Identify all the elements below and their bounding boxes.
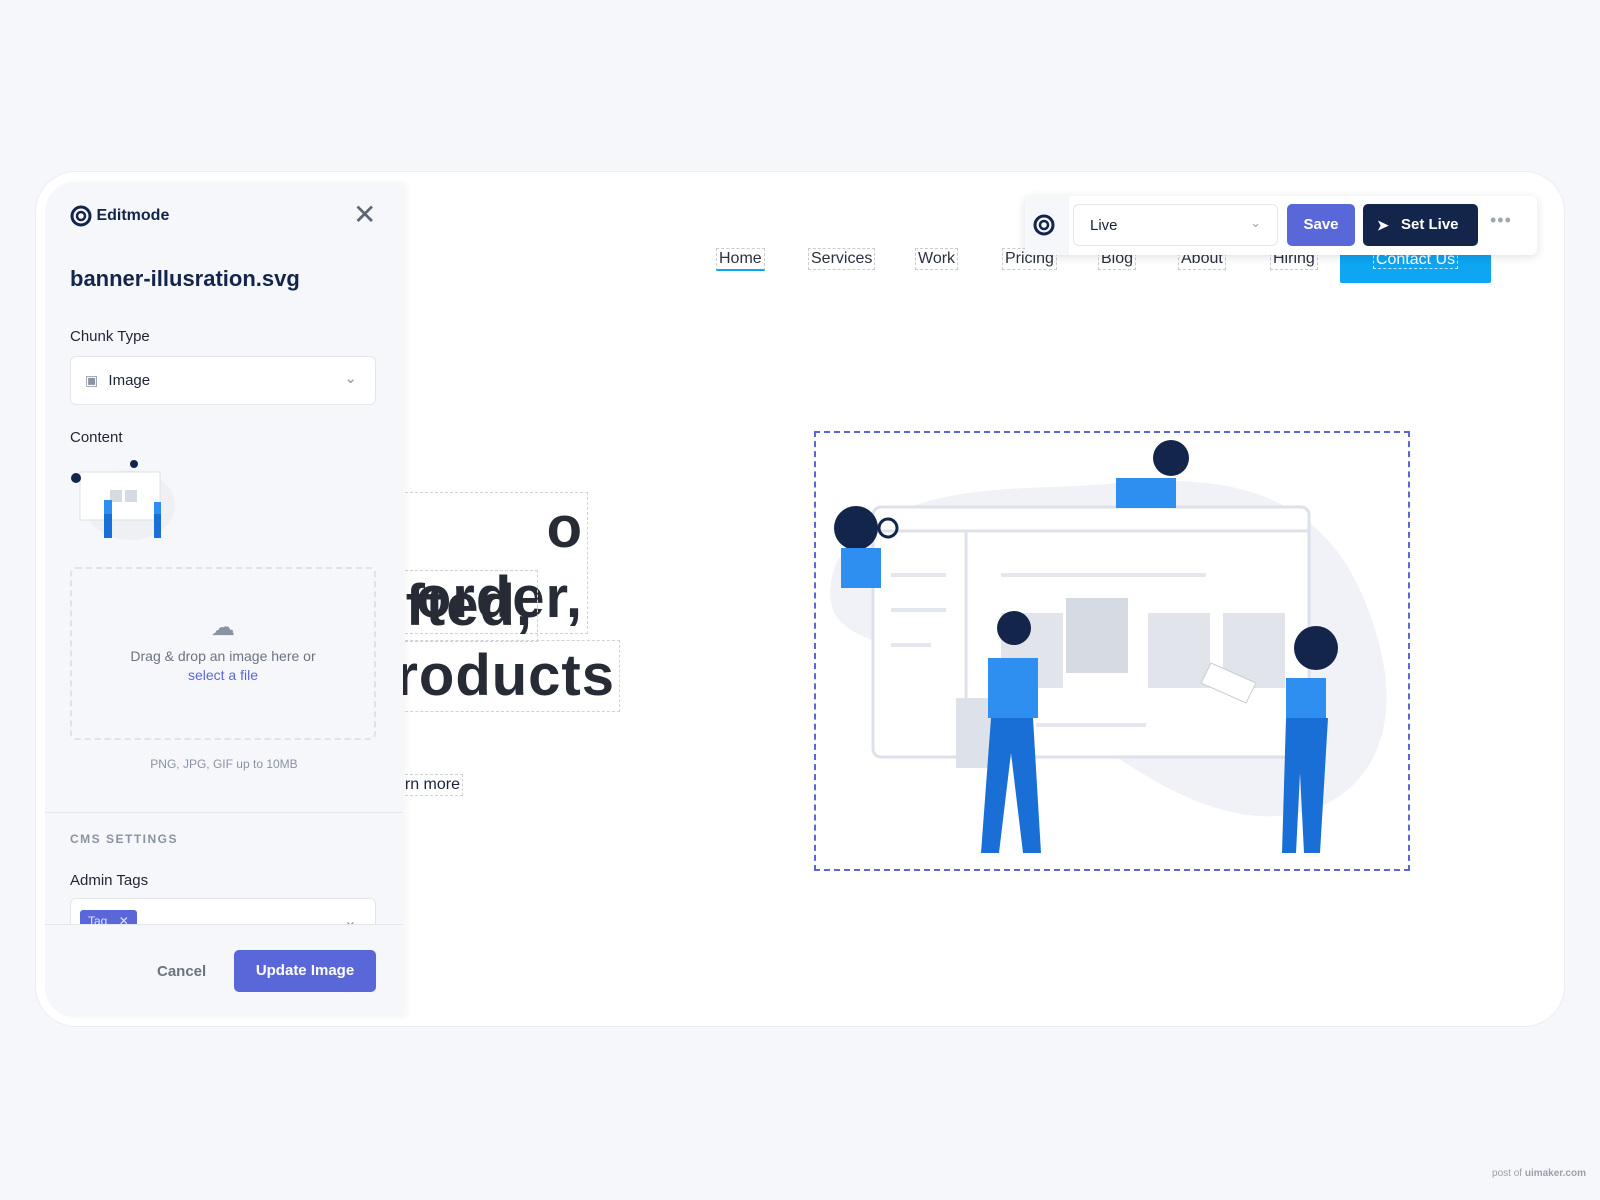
ellipsis-icon[interactable]: •••	[1490, 210, 1512, 231]
banner-illustration[interactable]	[814, 431, 1410, 871]
save-button[interactable]: Save	[1287, 204, 1355, 246]
hero-line-3[interactable]: roducts	[380, 640, 620, 712]
nav-work[interactable]: Work	[915, 248, 959, 270]
brand-name: Editmode	[96, 207, 170, 224]
close-icon[interactable]: ✕	[353, 198, 376, 231]
select-file-link[interactable]: select a file	[72, 667, 374, 683]
credit: post of uimaker.com	[1492, 1168, 1586, 1179]
update-image-button[interactable]: Update Image	[234, 950, 376, 992]
set-live-button[interactable]: ➤ Set Live	[1363, 204, 1478, 246]
status-select[interactable]: Live ⌄	[1073, 204, 1278, 246]
illustration-graphic	[830, 440, 1387, 853]
divider	[45, 812, 403, 813]
cloud-upload-icon: ☁	[211, 614, 235, 641]
editmode-logo-icon	[70, 205, 92, 227]
content-thumbnail	[70, 460, 175, 547]
nav-home[interactable]: Home	[716, 248, 765, 271]
file-hint: PNG, JPG, GIF up to 10MB	[150, 757, 298, 771]
content-label: Content	[70, 429, 123, 446]
cms-settings-heading: CMS SETTINGS	[70, 832, 179, 846]
chunk-title: banner-illusration.svg	[70, 266, 300, 291]
chevron-down-icon: ⌄	[1250, 215, 1261, 230]
editmode-logo-icon	[1025, 196, 1069, 255]
status-value: Live	[1090, 217, 1118, 234]
nav-services[interactable]: Services	[808, 248, 876, 270]
chunk-type-select[interactable]: ▣ Image ⌄	[70, 356, 376, 405]
editmode-toolbar: Live ⌄ Save ➤ Set Live •••	[1025, 196, 1537, 255]
chunk-type-value: Image	[108, 372, 151, 389]
editmode-logo: Editmode	[70, 205, 169, 227]
panel-footer: Cancel Update Image	[45, 924, 403, 1017]
image-dropzone[interactable]: ☁ Drag & drop an image here or select a …	[70, 567, 376, 740]
chevron-down-icon: ⌄	[344, 370, 357, 387]
hero-line-2[interactable]: fted,	[380, 570, 538, 642]
dropzone-text: Drag & drop an image here or	[130, 648, 316, 664]
cancel-button[interactable]: Cancel	[157, 963, 206, 980]
admin-tags-label: Admin Tags	[70, 872, 149, 889]
edit-chunk-panel: Editmode ✕ banner-illusration.svg Chunk …	[45, 182, 403, 1017]
image-icon: ▣	[85, 372, 99, 388]
set-live-label: Set Live	[1401, 216, 1459, 233]
chunk-type-label: Chunk Type	[70, 328, 150, 345]
rocket-icon: ➤	[1377, 217, 1389, 233]
